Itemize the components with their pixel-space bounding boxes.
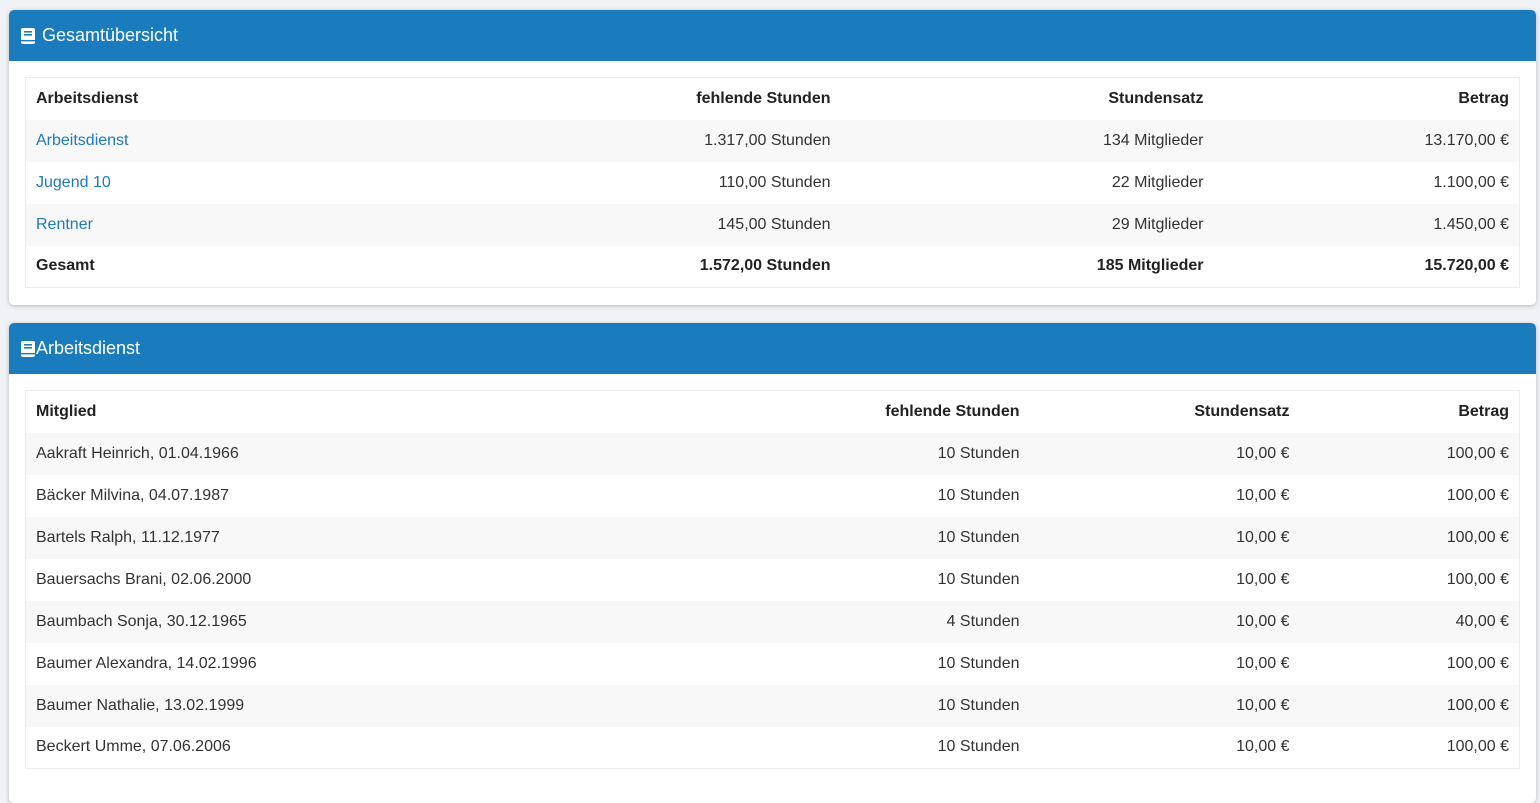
amount-cell: 100,00 € (1446, 738, 1509, 756)
amount-cell: 100,00 € (1446, 444, 1509, 462)
group-link-arbeitsdienst[interactable]: Arbeitsdienst (36, 132, 129, 149)
column-header-stundensatz: Stundensatz (1108, 89, 1204, 107)
member-cell: Bäcker Milvina, 04.07.1987 (36, 486, 229, 504)
table-header-row: Mitglied fehlende Stunden Stundensatz Be… (26, 391, 1520, 433)
missing-hours-cell: 10 Stunden (937, 570, 1020, 588)
group-link-rentner[interactable]: Rentner (36, 216, 93, 233)
rate-cell: 10,00 € (1236, 486, 1290, 504)
rate-cell: 10,00 € (1236, 654, 1290, 672)
table-row: Aakraft Heinrich, 01.04.1966 10 Stunden … (25, 432, 1520, 475)
missing-hours-cell: 4 Stunden (946, 612, 1020, 630)
missing-hours-cell: 10 Stunden (937, 486, 1020, 504)
group-link-jugend-10[interactable]: Jugend 10 (36, 174, 111, 191)
overview-table: Arbeitsdienst fehlende Stunden Stundensa… (25, 77, 1520, 288)
amount-cell: 13.170,00 € (1424, 131, 1509, 149)
missing-hours-cell: 1.317,00 Stunden (704, 131, 831, 149)
amount-cell: 100,00 € (1446, 570, 1509, 588)
table-row: Bäcker Milvina, 04.07.1987 10 Stunden 10… (25, 474, 1520, 517)
column-header-betrag: Betrag (1458, 89, 1509, 107)
member-table: Mitglied fehlende Stunden Stundensatz Be… (25, 390, 1520, 769)
table-row: Bartels Ralph, 11.12.1977 10 Stunden 10,… (25, 516, 1520, 559)
column-header-arbeitsdienst: Arbeitsdienst (36, 89, 139, 107)
missing-hours-cell: 10 Stunden (937, 738, 1020, 756)
table-row: Beckert Umme, 07.06.2006 10 Stunden 10,0… (25, 726, 1520, 769)
total-hours: 1.572,00 Stunden (480, 245, 841, 288)
amount-cell: 100,00 € (1446, 696, 1509, 714)
column-header-betrag: Betrag (1458, 402, 1509, 420)
total-members: 185 Mitglieder (840, 245, 1214, 288)
table-header-row: Arbeitsdienst fehlende Stunden Stundensa… (26, 78, 1520, 120)
table-row: Jugend 10 110,00 Stunden 22 Mitglieder 1… (25, 161, 1520, 204)
overview-panel: Gesamtübersicht Arbeitsdienst fehlende S… (9, 10, 1536, 305)
total-label: Gesamt (25, 245, 481, 288)
member-cell: Beckert Umme, 07.06.2006 (36, 738, 231, 756)
member-cell: Bartels Ralph, 11.12.1977 (36, 528, 220, 546)
missing-hours-cell: 110,00 Stunden (718, 173, 831, 191)
column-header-stundensatz: Stundensatz (1194, 402, 1290, 420)
table-row: Bauersachs Brani, 02.06.2000 10 Stunden … (25, 558, 1520, 601)
amount-cell: 40,00 € (1455, 612, 1509, 630)
rate-cell: 29 Mitglieder (1111, 215, 1204, 233)
overview-title: Gesamtübersicht (42, 25, 179, 45)
rate-cell: 10,00 € (1236, 696, 1290, 714)
book-icon (21, 27, 35, 44)
rate-cell: 10,00 € (1236, 528, 1290, 546)
missing-hours-cell: 10 Stunden (937, 696, 1020, 714)
rate-cell: 10,00 € (1236, 444, 1290, 462)
amount-cell: 100,00 € (1446, 528, 1509, 546)
missing-hours-cell: 10 Stunden (937, 444, 1020, 462)
rate-cell: 10,00 € (1236, 612, 1290, 630)
amount-cell: 1.450,00 € (1433, 215, 1509, 233)
table-row: Baumbach Sonja, 30.12.1965 4 Stunden 10,… (25, 600, 1520, 643)
rate-cell: 10,00 € (1236, 738, 1290, 756)
amount-cell: 100,00 € (1446, 654, 1509, 672)
member-cell: Bauersachs Brani, 02.06.2000 (36, 570, 252, 588)
missing-hours-cell: 10 Stunden (937, 654, 1020, 672)
detail-panel-header: Arbeitsdienst (9, 323, 1536, 374)
book-icon (21, 340, 35, 357)
detail-title: Arbeitsdienst (36, 338, 141, 358)
rate-cell: 134 Mitglieder (1103, 131, 1204, 149)
column-header-fehlende-stunden: fehlende Stunden (885, 402, 1020, 420)
member-cell: Baumer Nathalie, 13.02.1999 (36, 696, 245, 714)
rate-cell: 22 Mitglieder (1111, 173, 1204, 191)
column-header-fehlende-stunden: fehlende Stunden (696, 89, 831, 107)
table-row: Baumer Alexandra, 14.02.1996 10 Stunden … (25, 642, 1520, 685)
table-row: Baumer Nathalie, 13.02.1999 10 Stunden 1… (25, 684, 1520, 727)
amount-cell: 1.100,00 € (1433, 173, 1509, 191)
total-row: Gesamt 1.572,00 Stunden 185 Mitglieder 1… (25, 245, 1520, 288)
member-cell: Baumer Alexandra, 14.02.1996 (36, 654, 257, 672)
missing-hours-cell: 10 Stunden (937, 528, 1020, 546)
detail-panel: Arbeitsdienst Mitglied fehlende Stunden … (9, 323, 1536, 803)
rate-cell: 10,00 € (1236, 570, 1290, 588)
amount-cell: 100,00 € (1446, 486, 1509, 504)
table-row: Arbeitsdienst 1.317,00 Stunden 134 Mitgl… (25, 119, 1520, 162)
missing-hours-cell: 145,00 Stunden (717, 215, 831, 233)
overview-panel-header: Gesamtübersicht (9, 10, 1536, 61)
column-header-mitglied: Mitglied (36, 402, 97, 420)
member-cell: Aakraft Heinrich, 01.04.1966 (36, 444, 239, 462)
total-amount: 15.720,00 € (1213, 245, 1520, 288)
table-row: Rentner 145,00 Stunden 29 Mitglieder 1.4… (25, 203, 1520, 246)
member-cell: Baumbach Sonja, 30.12.1965 (36, 612, 247, 630)
